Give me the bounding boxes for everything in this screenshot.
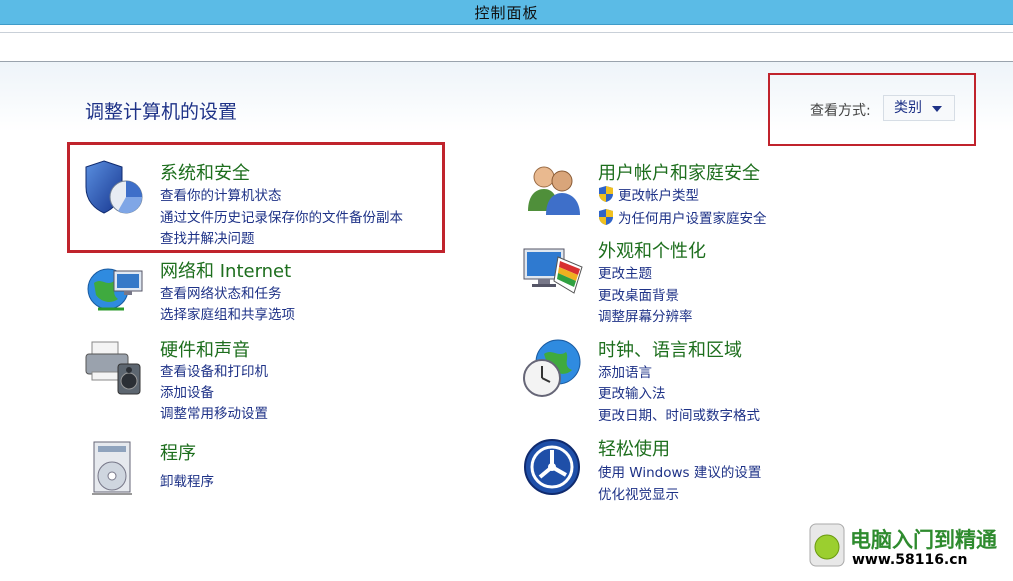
ease-of-access-icon[interactable]	[522, 435, 586, 499]
link-windows-recommended-settings[interactable]: 使用 Windows 建议的设置	[598, 461, 761, 481]
link-file-history-backup[interactable]: 通过文件历史记录保存你的文件备份副本	[160, 206, 403, 226]
monitor-palette-icon[interactable]	[522, 237, 586, 301]
link-date-time-format[interactable]: 更改日期、时间或数字格式	[598, 404, 760, 424]
address-bar[interactable]	[0, 25, 1013, 62]
link-view-computer-status[interactable]: 查看你的计算机状态	[160, 184, 282, 204]
category-system-security: 系统和安全 查看你的计算机状态 通过文件历史记录保存你的文件备份副本 查找并解决…	[84, 157, 444, 252]
link-network-status[interactable]: 查看网络状态和任务	[160, 282, 282, 302]
watermark-text: 电脑入门到精通	[850, 528, 997, 552]
window-title: 控制面板	[474, 4, 539, 22]
globe-clock-icon[interactable]	[522, 336, 586, 400]
category-title-clock-language-region[interactable]: 时钟、语言和区域	[598, 336, 742, 362]
link-family-safety[interactable]: 为任何用户设置家庭安全	[598, 207, 767, 227]
category-user-accounts: 用户帐户和家庭安全 更改帐户类型 为任何用户设置家庭安全	[522, 157, 822, 227]
view-by-dropdown[interactable]: 类别	[883, 95, 955, 121]
link-change-account-type-label: 更改帐户类型	[618, 188, 699, 204]
link-optimize-visual-display[interactable]: 优化视觉显示	[598, 483, 679, 503]
category-title-network-internet[interactable]: 网络和 Internet	[160, 257, 291, 283]
category-ease-of-access: 轻松使用 使用 Windows 建议的设置 优化视觉显示	[522, 435, 822, 505]
link-change-input-method[interactable]: 更改输入法	[598, 382, 666, 402]
chevron-down-icon	[932, 106, 942, 112]
printer-speaker-icon[interactable]	[84, 336, 148, 400]
link-family-safety-label: 为任何用户设置家庭安全	[618, 211, 767, 227]
link-change-desktop-background[interactable]: 更改桌面背景	[598, 284, 679, 304]
category-title-programs[interactable]: 程序	[160, 439, 196, 465]
watermark-url: www.58116.cn	[852, 552, 968, 568]
category-programs: 程序 卸载程序	[84, 438, 444, 502]
category-title-appearance[interactable]: 外观和个性化	[598, 237, 706, 263]
watermark: 电脑入门到精通 www.58116.cn	[808, 520, 1008, 576]
category-title-ease-of-access[interactable]: 轻松使用	[598, 435, 670, 461]
category-network-internet: 网络和 Internet 查看网络状态和任务 选择家庭组和共享选项	[84, 257, 444, 327]
globe-network-icon[interactable]	[84, 257, 148, 321]
address-bar-divider	[0, 32, 1013, 33]
link-add-language[interactable]: 添加语言	[598, 361, 652, 381]
link-homegroup-sharing[interactable]: 选择家庭组和共享选项	[160, 303, 295, 323]
program-box-icon[interactable]	[84, 438, 148, 502]
category-clock-language-region: 时钟、语言和区域 添加语言 更改输入法 更改日期、时间或数字格式	[522, 336, 822, 426]
link-add-device[interactable]: 添加设备	[160, 381, 214, 401]
page-title: 调整计算机的设置	[85, 101, 238, 123]
uac-shield-icon	[599, 186, 613, 202]
main-content: 调整计算机的设置 查看方式: 类别 系统和安全 查看你的计算机状态 通过文件历史…	[0, 62, 1013, 581]
title-bar: 控制面板	[0, 0, 1013, 25]
shield-pie-icon[interactable]	[84, 157, 148, 221]
link-uninstall-program[interactable]: 卸载程序	[160, 470, 214, 490]
watermark-logo-icon	[809, 523, 845, 567]
link-mobility-settings[interactable]: 调整常用移动设置	[160, 402, 268, 422]
category-hardware-sound: 硬件和声音 查看设备和打印机 添加设备 调整常用移动设置	[84, 336, 444, 426]
category-title-system-security[interactable]: 系统和安全	[160, 159, 250, 185]
link-devices-printers[interactable]: 查看设备和打印机	[160, 360, 268, 380]
view-by-label: 查看方式:	[810, 103, 871, 119]
view-by-selected: 类别	[894, 100, 922, 116]
link-change-account-type[interactable]: 更改帐户类型	[598, 184, 699, 204]
category-title-user-accounts[interactable]: 用户帐户和家庭安全	[598, 159, 760, 185]
category-appearance: 外观和个性化 更改主题 更改桌面背景 调整屏幕分辨率	[522, 237, 822, 327]
uac-shield-icon	[599, 209, 613, 225]
users-icon[interactable]	[522, 157, 586, 221]
link-troubleshoot[interactable]: 查找并解决问题	[160, 227, 255, 247]
link-screen-resolution[interactable]: 调整屏幕分辨率	[598, 305, 693, 325]
link-change-theme[interactable]: 更改主题	[598, 262, 652, 282]
category-title-hardware-sound[interactable]: 硬件和声音	[160, 336, 250, 362]
